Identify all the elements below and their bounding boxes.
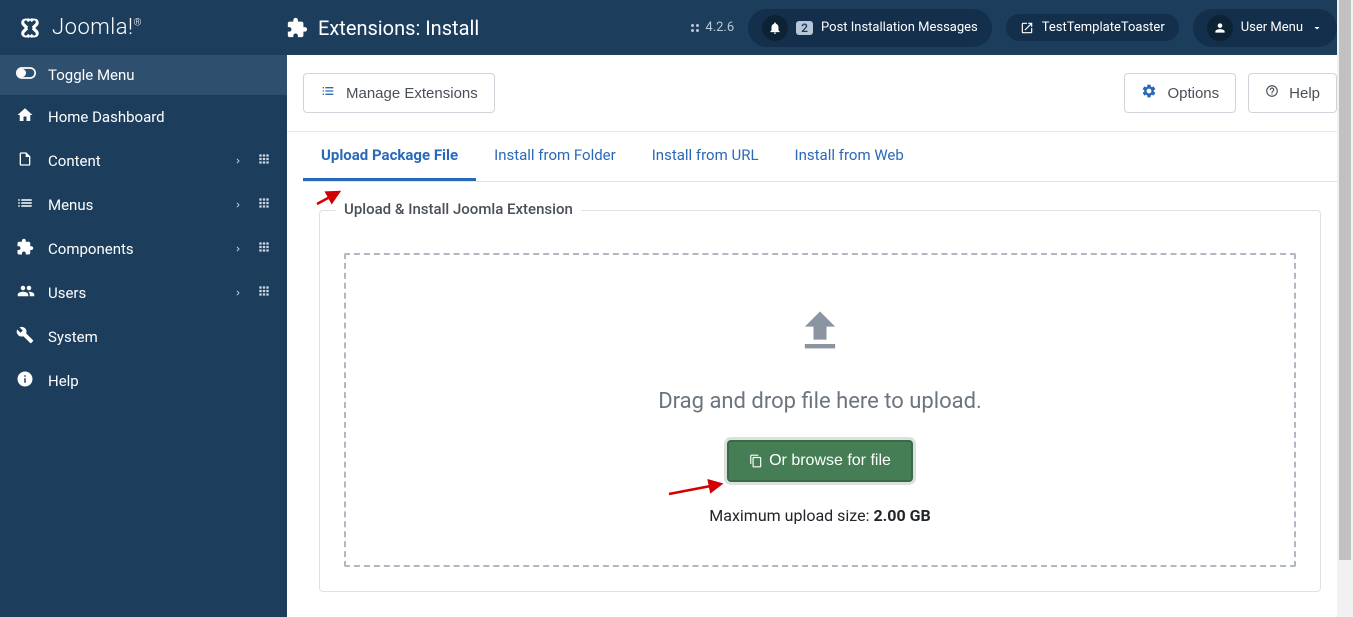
sidebar-item-users[interactable]: Users — [0, 271, 287, 315]
sidebar-item-components[interactable]: Components — [0, 227, 287, 271]
sidebar-item-home-dashboard[interactable]: Home Dashboard — [0, 95, 287, 139]
topbar: Joomla!® Extensions: Install 4.2.6 2 Pos… — [0, 0, 1353, 55]
sidebar-item-label: Components — [48, 240, 134, 258]
wrench-icon — [16, 326, 34, 348]
joomla-small-icon — [689, 22, 701, 34]
manage-extensions-label: Manage Extensions — [346, 85, 478, 102]
help-button[interactable]: Help — [1248, 73, 1337, 113]
external-link-icon — [1020, 21, 1034, 35]
bell-icon — [762, 15, 788, 41]
joomla-logo-icon — [16, 14, 44, 42]
toolbar: Manage Extensions Options Help — [287, 55, 1353, 132]
browse-file-button[interactable]: Or browse for file — [727, 440, 913, 482]
options-label: Options — [1167, 85, 1219, 102]
template-label: TestTemplateToaster — [1042, 20, 1165, 35]
file-icon — [16, 150, 34, 172]
question-icon — [1265, 84, 1279, 102]
scrollbar-thumb[interactable] — [1339, 0, 1351, 560]
version-label[interactable]: 4.2.6 — [689, 20, 734, 35]
chevron-right-icon — [233, 284, 243, 302]
notifications-label: Post Installation Messages — [821, 20, 978, 35]
chevron-right-icon — [233, 196, 243, 214]
page-title: Extensions: Install — [318, 16, 479, 40]
puzzle-icon — [16, 238, 34, 260]
sidebar-item-system[interactable]: System — [0, 315, 287, 359]
page-title-area: Extensions: Install — [286, 16, 479, 40]
copy-icon — [749, 454, 763, 468]
toggle-icon — [16, 66, 34, 84]
tabs: Upload Package FileInstall from FolderIn… — [303, 132, 1337, 182]
grid-icon[interactable] — [257, 240, 271, 258]
brand-text: Joomla!® — [52, 15, 142, 40]
chevron-right-icon — [233, 240, 243, 258]
sidebar-toggle[interactable]: Toggle Menu — [0, 55, 287, 95]
help-label: Help — [1289, 85, 1320, 102]
tab-upload-package-file[interactable]: Upload Package File — [303, 132, 476, 181]
fieldset-legend: Upload & Install Joomla Extension — [336, 200, 581, 218]
upload-icon — [366, 305, 1274, 361]
upload-fieldset: Upload & Install Joomla Extension Drag a… — [319, 210, 1321, 592]
sidebar-item-label: Menus — [48, 196, 93, 214]
info-icon — [16, 370, 34, 392]
usermenu-pill[interactable]: User Menu — [1193, 9, 1337, 47]
sidebar-item-label: Content — [48, 152, 101, 170]
drop-text: Drag and drop file here to upload. — [366, 389, 1274, 414]
sidebar-item-label: Home Dashboard — [48, 108, 165, 126]
sidebar-item-label: System — [48, 328, 98, 346]
notifications-pill[interactable]: 2 Post Installation Messages — [748, 9, 992, 47]
grid-icon[interactable] — [257, 152, 271, 170]
tab-install-from-folder[interactable]: Install from Folder — [476, 132, 634, 181]
main-content: Manage Extensions Options Help Uploa — [287, 55, 1353, 617]
chevron-right-icon — [233, 152, 243, 170]
sidebar-toggle-label: Toggle Menu — [48, 66, 135, 84]
max-upload-text: Maximum upload size: 2.00 GB — [366, 506, 1274, 525]
list-icon — [320, 83, 336, 103]
gear-icon — [1141, 83, 1157, 103]
scrollbar-track[interactable] — [1337, 0, 1353, 617]
notifications-badge: 2 — [796, 21, 813, 35]
grid-icon[interactable] — [257, 196, 271, 214]
sidebar-item-content[interactable]: Content — [0, 139, 287, 183]
topbar-right: 4.2.6 2 Post Installation Messages TestT… — [689, 9, 1337, 47]
browse-label: Or browse for file — [769, 452, 891, 470]
puzzle-icon — [286, 17, 308, 39]
chevron-down-icon — [1311, 22, 1323, 34]
sidebar-item-label: Help — [48, 372, 79, 390]
sidebar-item-label: Users — [48, 284, 86, 302]
usermenu-label: User Menu — [1241, 20, 1303, 35]
brand-logo-area[interactable]: Joomla!® — [16, 14, 286, 42]
manage-extensions-button[interactable]: Manage Extensions — [303, 73, 495, 113]
home-icon — [16, 106, 34, 128]
upload-dropzone[interactable]: Drag and drop file here to upload. Or br… — [344, 253, 1296, 567]
list-icon — [16, 194, 34, 216]
tab-install-from-web[interactable]: Install from Web — [777, 132, 922, 181]
user-icon — [1207, 15, 1233, 41]
tab-install-from-url[interactable]: Install from URL — [634, 132, 777, 181]
sidebar: Toggle Menu Home Dashboard Content Menus… — [0, 55, 287, 617]
template-pill[interactable]: TestTemplateToaster — [1006, 14, 1179, 41]
users-icon — [16, 282, 34, 304]
options-button[interactable]: Options — [1124, 73, 1236, 113]
sidebar-item-help[interactable]: Help — [0, 359, 287, 403]
grid-icon[interactable] — [257, 284, 271, 302]
sidebar-item-menus[interactable]: Menus — [0, 183, 287, 227]
